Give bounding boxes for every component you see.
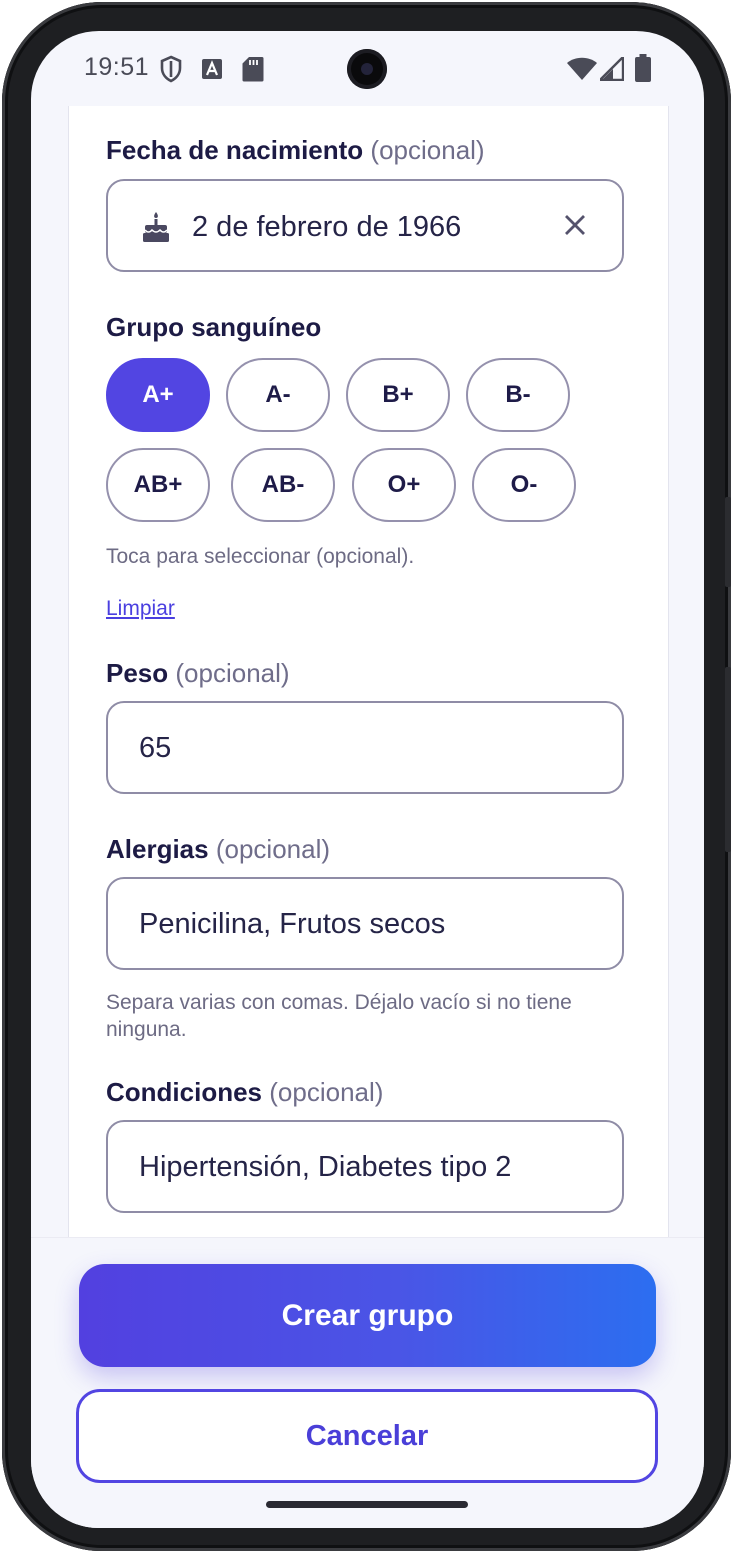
wifi-icon <box>567 57 597 86</box>
birth-date-value: 2 de febrero de 1966 <box>192 211 462 243</box>
blood-chip-b-pos[interactable]: B+ <box>346 358 450 432</box>
birth-date-label: Fecha de nacimiento (opcional) <box>106 135 485 165</box>
phone-frame: 19:51 Fecha de nacimiento (opcional) 2 d… <box>2 2 731 1551</box>
cancel-button[interactable]: Cancelar <box>76 1389 658 1483</box>
close-icon[interactable] <box>564 214 586 241</box>
blood-chip-o-neg[interactable]: O- <box>472 448 576 522</box>
weight-value: 65 <box>139 732 172 764</box>
blood-chip-b-neg[interactable]: B- <box>466 358 570 432</box>
power-button <box>725 497 731 587</box>
create-group-button[interactable]: Crear grupo <box>79 1264 656 1367</box>
allergies-input[interactable]: Penicilina, Frutos secos <box>106 877 624 970</box>
blood-group-helper: Toca para seleccionar (opcional). <box>106 545 415 568</box>
clear-blood-group-link[interactable]: Limpiar <box>106 597 175 621</box>
allergies-value: Penicilina, Frutos secos <box>139 908 446 940</box>
signal-icon <box>597 54 625 86</box>
sd-card-icon <box>242 56 264 87</box>
conditions-input[interactable]: Hipertensión, Diabetes tipo 2 <box>106 1120 624 1213</box>
allergies-label: Alergias (opcional) <box>106 834 331 864</box>
conditions-value: Hipertensión, Diabetes tipo 2 <box>139 1151 512 1183</box>
screen: 19:51 Fecha de nacimiento (opcional) 2 d… <box>31 31 704 1528</box>
volume-button <box>725 667 731 852</box>
battery-icon <box>635 54 651 87</box>
allergies-helper: Separa varias con comas. Déjalo vacío si… <box>106 991 572 1041</box>
conditions-label: Condiciones (opcional) <box>106 1077 384 1107</box>
cake-icon <box>142 211 170 248</box>
home-indicator[interactable] <box>266 1501 468 1508</box>
weight-input[interactable]: 65 <box>106 701 624 794</box>
blood-group-label: Grupo sanguíneo <box>106 312 322 342</box>
status-bar: 19:51 <box>31 31 704 106</box>
front-camera <box>347 49 387 89</box>
status-time: 19:51 <box>84 53 150 81</box>
blood-chip-ab-neg[interactable]: AB- <box>231 448 335 522</box>
blood-chip-ab-pos[interactable]: AB+ <box>106 448 210 522</box>
birth-date-field[interactable]: 2 de febrero de 1966 <box>106 179 624 272</box>
blood-chip-a-neg[interactable]: A- <box>226 358 330 432</box>
weight-label: Peso (opcional) <box>106 658 290 688</box>
font-a-icon <box>202 59 222 84</box>
blood-chip-a-pos[interactable]: A+ <box>106 358 210 432</box>
shield-icon <box>159 55 183 88</box>
blood-chip-o-pos[interactable]: O+ <box>352 448 456 522</box>
